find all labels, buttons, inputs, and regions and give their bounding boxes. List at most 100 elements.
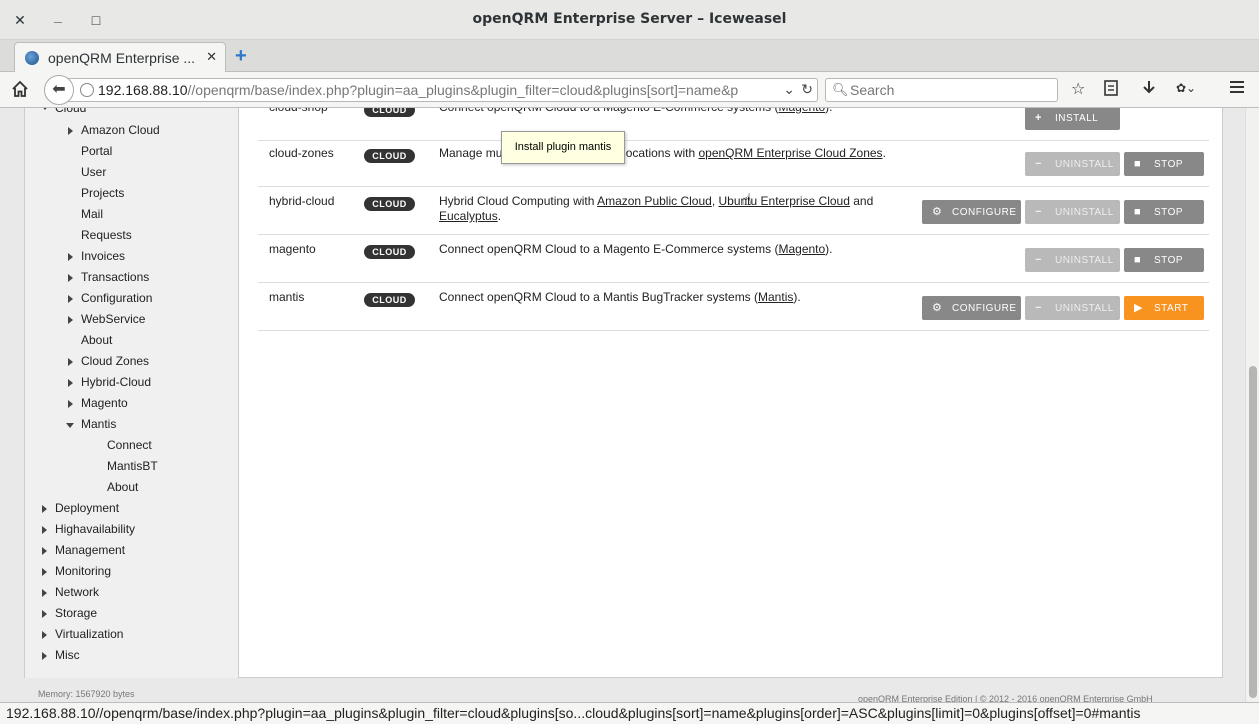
button-label: STOP [1154, 159, 1184, 170]
sidebar-item-magento[interactable]: Magento [81, 396, 128, 410]
plugin-row-mantis: mantis CLOUD Connect openQRM Cloud to a Ma… [258, 283, 1209, 331]
description-link[interactable]: openQRM Enterprise Cloud Zones [698, 146, 882, 160]
sidebar-item-amazon-cloud[interactable]: Amazon Cloud [81, 123, 160, 137]
sidebar-item-cloud-zones[interactable]: Cloud Zones [81, 354, 149, 368]
collapsed-arrow-icon[interactable] [68, 358, 73, 366]
button-label: UNINSTALL [1055, 255, 1114, 266]
uninstall-icon: − [1035, 302, 1042, 314]
sidebar-item-hybrid-cloud[interactable]: Hybrid-Cloud [81, 375, 151, 389]
collapsed-arrow-icon[interactable] [42, 568, 47, 576]
button-label: UNINSTALL [1055, 303, 1114, 314]
search-bar[interactable]: 🔍︎ [825, 78, 1058, 102]
reload-icon[interactable]: ↻ [801, 81, 813, 98]
collapsed-arrow-icon[interactable] [68, 379, 73, 387]
bookmark-star-icon[interactable]: ☆ [1071, 79, 1085, 99]
sidebar-item-mantis-about[interactable]: About [107, 480, 138, 494]
uninstall-button[interactable]: − UNINSTALL [1025, 200, 1120, 224]
uninstall-button[interactable]: − UNINSTALL [1025, 248, 1120, 272]
sidebar-item-virtualization[interactable]: Virtualization [55, 627, 123, 641]
tab-close-icon[interactable]: ✕ [206, 49, 217, 65]
collapsed-arrow-icon[interactable] [42, 526, 47, 534]
description-text: Hybrid Cloud Computing with [439, 194, 598, 208]
plugin-type-badge: CLOUD [364, 149, 415, 163]
sidebar-item-mail[interactable]: Mail [81, 207, 103, 221]
sidebar-item-projects[interactable]: Projects [81, 186, 124, 200]
sidebar-item-configuration[interactable]: Configuration [81, 291, 152, 305]
expanded-arrow-icon[interactable] [41, 108, 49, 110]
description-link[interactable]: Ubuntu Enterprise Cloud [718, 194, 849, 208]
collapsed-arrow-icon[interactable] [42, 631, 47, 639]
sidebar-item-mantis-connect[interactable]: Connect [107, 438, 152, 452]
uninstall-button[interactable]: − UNINSTALL [1025, 296, 1120, 320]
collapsed-arrow-icon[interactable] [68, 400, 73, 408]
collapsed-arrow-icon[interactable] [68, 127, 73, 135]
sidebar-item-mantis[interactable]: Mantis [81, 417, 116, 431]
stop-button[interactable]: ■ STOP [1124, 248, 1204, 272]
search-input[interactable] [850, 82, 1050, 98]
sidebar-item-invoices[interactable]: Invoices [81, 249, 125, 263]
collapsed-arrow-icon[interactable] [68, 274, 73, 282]
sidebar-item-management[interactable]: Management [55, 543, 125, 557]
sidebar-item-deployment[interactable]: Deployment [55, 501, 119, 515]
collapsed-arrow-icon[interactable] [42, 610, 47, 618]
sidebar-item-network[interactable]: Network [55, 585, 99, 599]
url-host: 192.168.88.10 [98, 82, 188, 98]
sidebar-item-about[interactable]: About [81, 333, 112, 347]
menu-icon[interactable] [1228, 78, 1246, 101]
status-bar: 192.168.88.10//openqrm/base/index.php?pl… [0, 702, 1259, 724]
sidebar-item-portal[interactable]: Portal [81, 144, 112, 158]
start-button[interactable]: ▶ START [1124, 296, 1204, 320]
sidebar-item-highavailability[interactable]: Highavailability [55, 522, 135, 536]
description-link[interactable]: Magento [778, 108, 825, 114]
collapsed-arrow-icon[interactable] [68, 253, 73, 261]
sidebar-item-mantis-mantisbt[interactable]: MantisBT [107, 459, 158, 473]
scrollbar-thumb[interactable] [1249, 366, 1257, 698]
description-link[interactable]: Eucalyptus [439, 209, 498, 223]
install-button[interactable]: + INSTALL [1025, 108, 1120, 130]
url-dropdown-icon[interactable]: ⌄ [783, 81, 795, 98]
tab-strip: openQRM Enterprise ... ✕ + [0, 40, 1259, 72]
new-tab-button[interactable]: + [235, 45, 247, 68]
sidebar-item-transactions[interactable]: Transactions [81, 270, 149, 284]
plugin-name: mantis [269, 290, 305, 304]
home-icon[interactable] [11, 80, 29, 103]
button-label: STOP [1154, 255, 1184, 266]
url-path: //openqrm/base/index.php?plugin=aa_plugi… [187, 82, 739, 98]
url-bar[interactable]: 192.168.88.10//openqrm/base/index.php?pl… [60, 78, 818, 102]
description-link[interactable]: Magento [778, 242, 825, 256]
url-text[interactable]: 192.168.88.10//openqrm/base/index.php?pl… [98, 82, 778, 98]
addon-icon[interactable]: ✿⌄ [1176, 81, 1196, 95]
button-label: UNINSTALL [1055, 207, 1114, 218]
stop-button[interactable]: ■ STOP [1124, 200, 1204, 224]
sidebar-item-storage[interactable]: Storage [55, 606, 97, 620]
description-text: Connect openQRM Cloud to a Magento E-Com… [439, 242, 779, 256]
plugin-list: cloud-shop CLOUD Connect openQRM Cloud to … [239, 108, 1224, 678]
back-button[interactable]: ⬅ [44, 75, 74, 105]
sidebar-item-monitoring[interactable]: Monitoring [55, 564, 111, 578]
collapsed-arrow-icon[interactable] [42, 652, 47, 660]
uninstall-icon: − [1035, 158, 1042, 170]
uninstall-button[interactable]: − UNINSTALL [1025, 152, 1120, 176]
sidebar-item-misc[interactable]: Misc [55, 648, 80, 662]
sidebar-item-user[interactable]: User [81, 165, 106, 179]
window-title: openQRM Enterprise Server – Iceweasel [472, 11, 787, 27]
description-link[interactable]: Amazon Public Cloud [597, 194, 712, 208]
description-link[interactable]: Mantis [758, 290, 793, 304]
expanded-arrow-icon[interactable] [66, 423, 74, 428]
sidebar-item-cloud[interactable]: Cloud [55, 108, 86, 115]
reading-list-icon[interactable] [1103, 79, 1119, 102]
download-icon[interactable] [1141, 79, 1157, 102]
collapsed-arrow-icon[interactable] [42, 505, 47, 513]
stop-icon: ■ [1134, 158, 1142, 170]
collapsed-arrow-icon[interactable] [68, 295, 73, 303]
sidebar-item-webservice[interactable]: WebService [81, 312, 145, 326]
browser-tab[interactable]: openQRM Enterprise ... ✕ [14, 42, 226, 72]
page-scrollbar[interactable] [1245, 108, 1259, 702]
sidebar-item-requests[interactable]: Requests [81, 228, 132, 242]
collapsed-arrow-icon[interactable] [42, 547, 47, 555]
configure-button[interactable]: ⚙ CONFIGURE [922, 200, 1021, 224]
collapsed-arrow-icon[interactable] [68, 316, 73, 324]
configure-button[interactable]: ⚙ CONFIGURE [922, 296, 1021, 320]
stop-button[interactable]: ■ STOP [1124, 152, 1204, 176]
collapsed-arrow-icon[interactable] [42, 589, 47, 597]
